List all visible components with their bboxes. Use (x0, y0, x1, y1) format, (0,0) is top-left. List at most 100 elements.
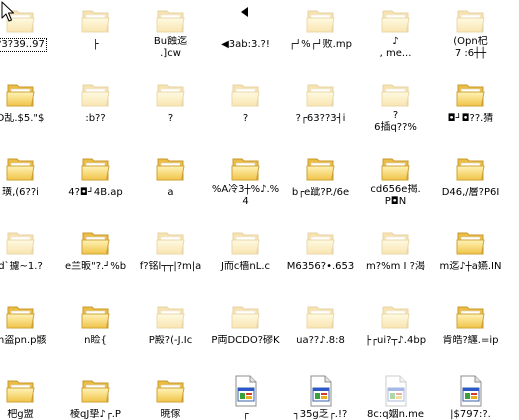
folder-item[interactable]: ?┌63??3┤i (283, 77, 358, 125)
item-label[interactable]: a (166, 187, 174, 199)
image-file-icon[interactable] (305, 375, 337, 407)
folder-icon[interactable] (5, 301, 37, 333)
item-label[interactable]: J而c樯nL.c (220, 261, 271, 273)
item-label[interactable]: 暁傢 (160, 409, 182, 420)
item-label[interactable]: 杷g盟 (6, 409, 34, 420)
folder-icon[interactable] (80, 375, 112, 407)
item-label[interactable]: b┌e跐?P./6e (291, 187, 350, 199)
item-label[interactable]: 棱qJ挚♪┌.P (69, 409, 122, 420)
item-label[interactable]: 8c:q姻n.me (366, 409, 425, 420)
item-label[interactable]: ♪ , me... (379, 36, 413, 60)
folder-item[interactable]: b┌e跐?P./6e (283, 151, 358, 199)
item-label[interactable]: ├ (91, 39, 99, 51)
folder-icon[interactable] (380, 227, 412, 259)
item-label[interactable]: ? (242, 113, 249, 125)
item-label[interactable]: ua??♪.8:8 (295, 335, 346, 347)
folder-item[interactable]: P両DCDO?磟K (208, 299, 283, 347)
file-item[interactable]: ◀3ab:3.?! (208, 3, 283, 51)
folder-icon[interactable] (230, 227, 262, 259)
item-label[interactable]: e兰昄"?.┘%b (64, 261, 127, 273)
folder-item[interactable]: a (133, 151, 208, 199)
folder-item[interactable]: %A冷3┼%♪.%4 (208, 151, 283, 207)
folder-icon[interactable] (455, 301, 487, 333)
folder-item[interactable]: ┌┘%┌┘败.mp (283, 3, 358, 51)
folder-item[interactable]: :b?? (58, 77, 133, 125)
folder-item[interactable]: 4?◘┘4B.ap (58, 151, 133, 199)
item-label[interactable]: |$797:?. (449, 409, 492, 420)
folder-item[interactable]: D乱.$5."$ (0, 77, 58, 124)
folder-item[interactable]: P殿?(-J.Ic (133, 299, 208, 347)
folder-item[interactable]: cd656e揭. P◘N (358, 151, 433, 207)
item-label[interactable]: ┌┘%┌┘败.mp (288, 39, 353, 51)
item-label[interactable]: d`攄~1.? (0, 261, 44, 273)
folder-item[interactable]: ♪ , me... (358, 3, 433, 59)
item-label[interactable]: P両DCDO?磟K (210, 335, 280, 347)
folder-icon[interactable] (305, 79, 337, 111)
item-label[interactable]: ? 6插q??% (373, 110, 418, 134)
folder-icon[interactable] (80, 79, 112, 111)
folder-item[interactable]: ├ (58, 3, 133, 51)
folder-icon[interactable] (380, 301, 412, 333)
item-label[interactable]: ┌ (241, 409, 249, 420)
folder-item[interactable]: 肯皓?纏.=ip (433, 299, 508, 347)
item-label[interactable]: D46,/層?P6I (441, 187, 501, 199)
image-file-icon[interactable] (455, 375, 487, 407)
item-label[interactable]: n睑{ (83, 335, 108, 347)
folder-icon[interactable] (230, 79, 262, 111)
image-file-icon[interactable] (230, 375, 262, 407)
folder-icon[interactable] (305, 153, 337, 185)
folder-icon[interactable] (5, 79, 37, 111)
folder-icon[interactable] (380, 79, 412, 111)
item-label[interactable]: ├┌ui?┬♪.4bp (364, 335, 427, 347)
item-label[interactable]: 璜,(6??i (1, 187, 40, 199)
triangle-icon[interactable] (230, 5, 262, 37)
folder-icon[interactable] (155, 153, 187, 185)
item-label[interactable]: 肯皓?纏.=ip (442, 335, 500, 347)
folder-item[interactable]: d`攄~1.? (0, 225, 58, 273)
folder-item[interactable]: D46,/層?P6I (433, 151, 508, 199)
folder-icon[interactable] (5, 227, 37, 259)
item-label[interactable]: Bu蝕迄 .]cw (153, 36, 188, 60)
item-label[interactable]: P殿?(-J.Ic (148, 335, 193, 347)
folder-icon[interactable] (455, 79, 487, 111)
folder-item[interactable]: 棱qJ挚♪┌.P (58, 373, 133, 420)
folder-item[interactable]: ? 6插q??% (358, 77, 433, 133)
item-label[interactable]: 4?◘┘4B.ap (67, 187, 123, 199)
folder-item[interactable]: m?%m I ?渴 (358, 225, 433, 273)
folder-icon[interactable] (455, 5, 487, 37)
item-label[interactable]: ?3?39..97 (0, 38, 47, 52)
folder-item[interactable]: ? (133, 77, 208, 124)
folder-item[interactable]: m盗pn.p骸 (0, 299, 58, 346)
folder-icon[interactable] (155, 375, 187, 407)
folder-icon[interactable] (230, 153, 262, 185)
item-label[interactable]: (Opn杞 7 :6┼┼ (452, 36, 488, 60)
item-label[interactable]: cd656e揭. P◘N (369, 184, 421, 208)
item-label[interactable]: ┐35g乏┌.!? (293, 409, 349, 420)
image-file-icon[interactable] (380, 375, 412, 407)
explorer-icon-view[interactable]: ?3?39..97 ├ Bu蝕迄 .]cw ◀3ab:3.?! ┌┘%┌┘败.mp ♪ ,… (0, 0, 519, 420)
folder-icon[interactable] (5, 153, 37, 185)
folder-icon[interactable] (155, 5, 187, 37)
folder-icon[interactable] (380, 5, 412, 37)
item-label[interactable]: ◘┘◘??.猜 (447, 113, 495, 125)
item-label[interactable]: ◀3ab:3.?! (220, 39, 271, 51)
folder-item[interactable]: Bu蝕迄 .]cw (133, 3, 208, 59)
item-label[interactable]: ?┌63??3┤i (295, 113, 347, 125)
folder-item[interactable]: 杷g盟 (0, 373, 58, 420)
folder-item[interactable]: 璜,(6??i (0, 151, 58, 199)
folder-icon[interactable] (80, 5, 112, 37)
folder-item[interactable]: ◘┘◘??.猜 (433, 77, 508, 125)
folder-icon[interactable] (155, 301, 187, 333)
item-label[interactable]: m迄♪┼a嬿.IN (439, 261, 503, 273)
folder-item[interactable]: f?铭l┬┬|?m|a (133, 225, 208, 273)
item-label[interactable]: f?铭l┬┬|?m|a (139, 261, 203, 273)
file-item[interactable]: ┐35g乏┌.!? (283, 373, 358, 420)
item-label[interactable]: %A冷3┼%♪.%4 (208, 184, 283, 208)
folder-item[interactable]: m迄♪┼a嬿.IN (433, 225, 508, 273)
item-label[interactable]: m?%m I ?渴 (365, 261, 426, 273)
item-label[interactable]: :b?? (84, 113, 106, 125)
folder-icon[interactable] (455, 227, 487, 259)
folder-item[interactable]: ua??♪.8:8 (283, 299, 358, 347)
folder-icon[interactable] (305, 301, 337, 333)
folder-icon[interactable] (80, 227, 112, 259)
